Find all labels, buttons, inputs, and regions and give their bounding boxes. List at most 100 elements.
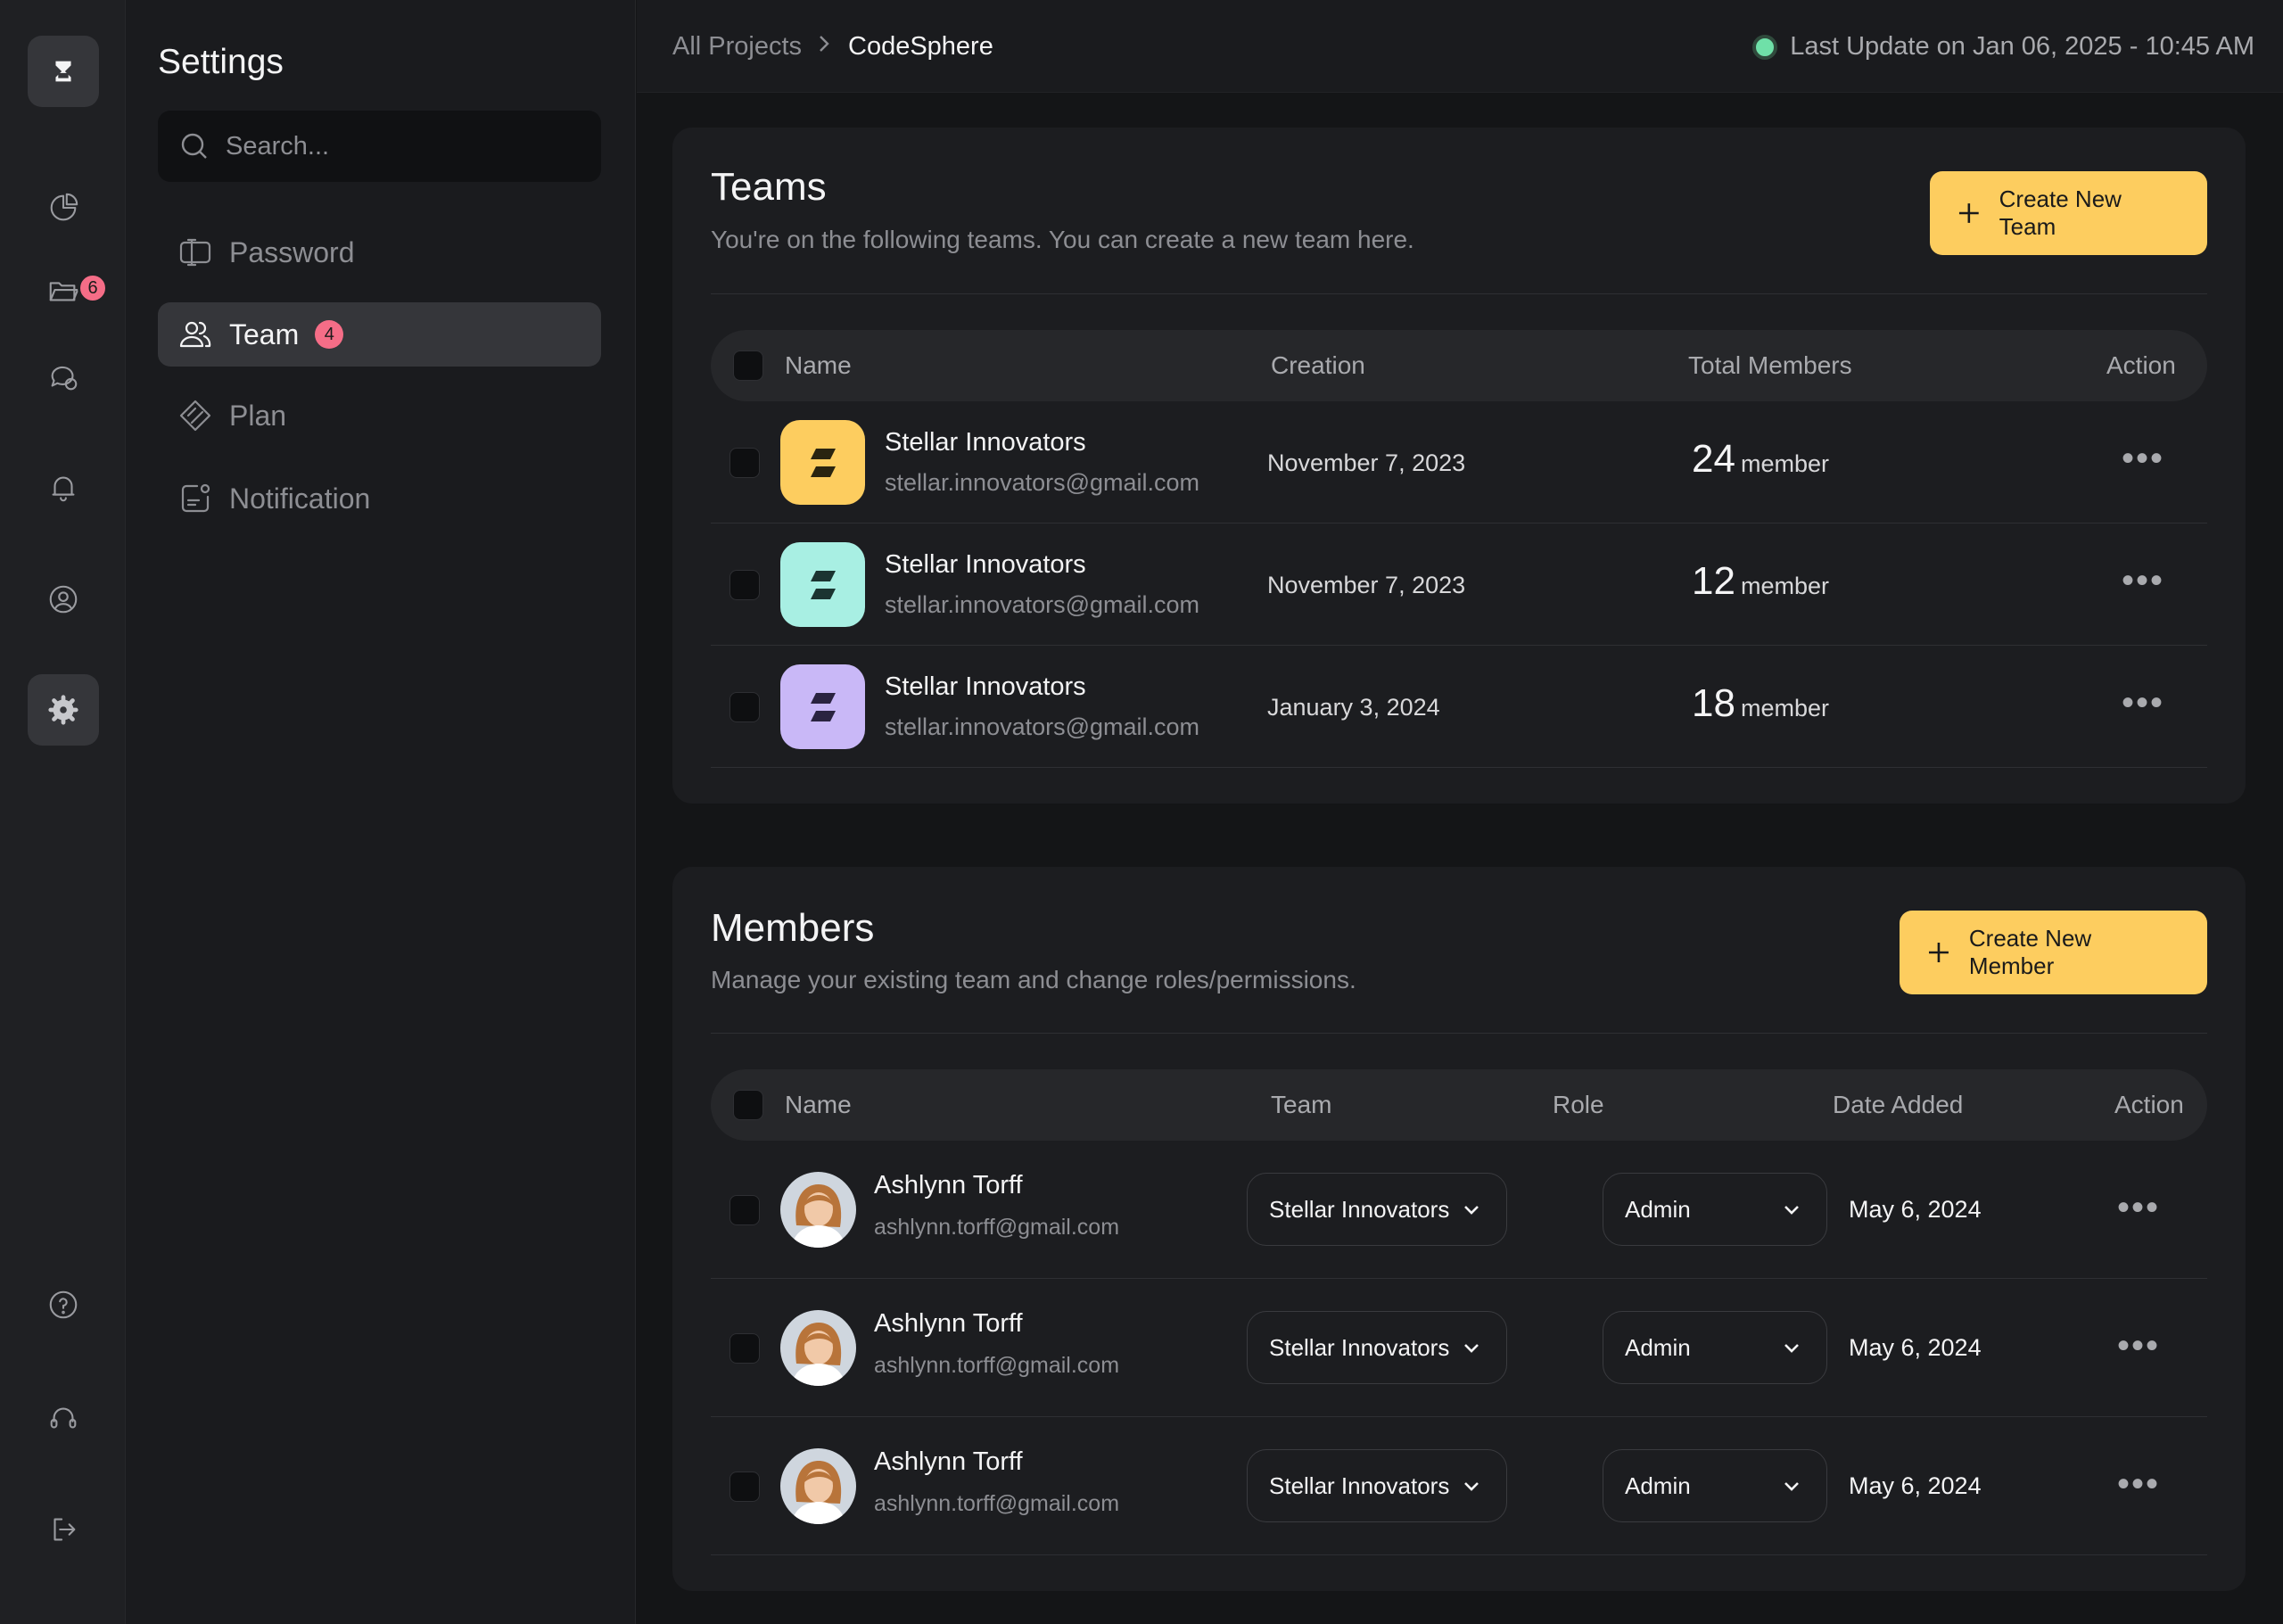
ticket-icon — [179, 400, 211, 432]
team-email: stellar.innovators@gmail.com — [885, 713, 1200, 740]
team-more-button[interactable]: ••• — [2122, 441, 2164, 476]
app-logo[interactable] — [28, 36, 99, 107]
notification-icon — [181, 483, 210, 513]
team-more-button[interactable]: ••• — [2122, 685, 2164, 721]
rail-profile-button[interactable] — [28, 564, 99, 635]
members-card: Members Manage your existing team and ch… — [672, 867, 2246, 1591]
teams-card: Teams You're on the following teams. You… — [672, 128, 2246, 804]
team-logo — [780, 664, 865, 749]
column-header-action: Action — [2114, 1091, 2184, 1118]
hourglass-icon — [55, 61, 71, 82]
top-bar: All Projects CodeSphere Last Update on J… — [637, 0, 2283, 93]
column-header-name: Name — [785, 351, 852, 379]
member-name: Ashlynn Torff — [874, 1447, 1023, 1476]
role-select[interactable]: Admin — [1603, 1449, 1827, 1522]
plus-icon — [1928, 943, 1949, 962]
search-input[interactable] — [224, 130, 563, 162]
team-member-count: 18 member — [1692, 681, 1829, 726]
icon-rail: 6 — [0, 0, 126, 1624]
member-row-checkbox[interactable] — [729, 1333, 760, 1364]
role-select[interactable]: Admin — [1603, 1311, 1827, 1384]
team-row-checkbox[interactable] — [729, 448, 760, 478]
pie-chart-icon — [50, 193, 78, 221]
breadcrumb-separator — [811, 30, 837, 57]
team-creation-date: November 7, 2023 — [1267, 572, 1466, 598]
avatar-image — [780, 1172, 856, 1248]
nav-item-notification[interactable]: Notification — [158, 466, 601, 531]
column-header-action: Action — [2106, 351, 2176, 379]
nav-item-label: Plan — [229, 399, 287, 432]
team-more-button[interactable]: ••• — [2122, 563, 2164, 598]
nav-item-plan[interactable]: Plan — [158, 383, 601, 448]
team-row-checkbox[interactable] — [729, 570, 760, 600]
member-more-button[interactable]: ••• — [2117, 1328, 2160, 1364]
rail-projects-badge: 6 — [78, 273, 108, 303]
team-select-value: Stellar Innovators — [1269, 1195, 1450, 1223]
member-more-button[interactable]: ••• — [2117, 1466, 2160, 1502]
member-more-button[interactable]: ••• — [2117, 1190, 2160, 1225]
member-count-unit: member — [1740, 573, 1829, 599]
avatar — [780, 1310, 856, 1386]
users-icon — [179, 321, 211, 348]
team-select[interactable]: Stellar Innovators — [1247, 1173, 1507, 1246]
nav-item-password[interactable]: Password — [158, 220, 601, 284]
team-logo-icon — [810, 448, 836, 477]
team-select[interactable]: Stellar Innovators — [1247, 1449, 1507, 1522]
rail-notifications-button[interactable] — [28, 452, 99, 523]
gear-icon — [48, 695, 78, 725]
members-table-header: Name Team Role Date Added Action — [711, 1069, 2207, 1141]
breadcrumb-current: CodeSphere — [848, 32, 993, 61]
nav-item-label: Password — [229, 235, 355, 268]
chevron-down-icon — [1464, 1344, 1479, 1353]
member-count-number: 18 — [1692, 681, 1735, 725]
member-count-number: 24 — [1692, 437, 1735, 481]
member-row-checkbox[interactable] — [729, 1471, 760, 1502]
avatar-image — [780, 1448, 856, 1524]
search-icon — [181, 133, 207, 159]
rail-chat-button[interactable] — [28, 342, 99, 413]
nav-item-label: Notification — [229, 482, 371, 515]
member-row-checkbox[interactable] — [729, 1195, 760, 1225]
team-row: Stellar Innovators stellar.innovators@gm… — [711, 523, 2207, 646]
team-member-count: 12 member — [1692, 559, 1829, 604]
column-header-name: Name — [785, 1091, 852, 1118]
headset-icon — [50, 1407, 77, 1429]
avatar — [780, 1448, 856, 1524]
user-circle-icon — [49, 585, 78, 614]
teams-divider — [711, 293, 2207, 294]
last-update-text: Last Update on Jan 06, 2025 - 10:45 AM — [1790, 32, 2254, 61]
member-row: Ashlynn Torff ashlynn.torff@gmail.com St… — [711, 1141, 2207, 1279]
team-name: Stellar Innovators — [885, 550, 1086, 579]
chevron-down-icon — [1464, 1206, 1479, 1215]
member-date-added: May 6, 2024 — [1849, 1472, 1982, 1499]
rail-logout-button[interactable] — [28, 1494, 99, 1565]
help-icon — [49, 1290, 78, 1319]
team-row-checkbox[interactable] — [729, 692, 760, 722]
column-header-total-members: Total Members — [1688, 351, 1852, 379]
password-icon — [179, 238, 211, 267]
team-select[interactable]: Stellar Innovators — [1247, 1311, 1507, 1384]
select-all-teams-checkbox[interactable] — [733, 350, 763, 381]
create-team-label: Create New Team — [1999, 185, 2122, 240]
rail-help-button[interactable] — [28, 1269, 99, 1340]
avatar-image — [780, 1310, 856, 1386]
role-select-value: Admin — [1625, 1195, 1691, 1223]
nav-item-label: Team — [229, 317, 300, 350]
member-row: Ashlynn Torff ashlynn.torff@gmail.com St… — [711, 1417, 2207, 1555]
search-box[interactable] — [158, 111, 601, 182]
team-logo — [780, 542, 865, 627]
role-select[interactable]: Admin — [1603, 1173, 1827, 1246]
team-email: stellar.innovators@gmail.com — [885, 469, 1200, 496]
nav-item-team[interactable]: Team 4 — [158, 302, 601, 367]
rail-settings-button[interactable] — [28, 674, 99, 746]
breadcrumb-all-projects[interactable]: All Projects — [672, 32, 802, 62]
rail-support-button[interactable] — [28, 1382, 99, 1454]
teams-subtitle: You're on the following teams. You can c… — [711, 226, 1414, 253]
column-header-role: Role — [1553, 1091, 1604, 1118]
folder-icon — [49, 282, 79, 301]
select-all-members-checkbox[interactable] — [733, 1090, 763, 1120]
create-team-button[interactable]: Create New Team — [1930, 171, 2207, 255]
create-member-button[interactable]: Create New Member — [1900, 911, 2207, 994]
rail-analytics-button[interactable] — [28, 172, 99, 243]
team-creation-date: January 3, 2024 — [1267, 694, 1440, 721]
